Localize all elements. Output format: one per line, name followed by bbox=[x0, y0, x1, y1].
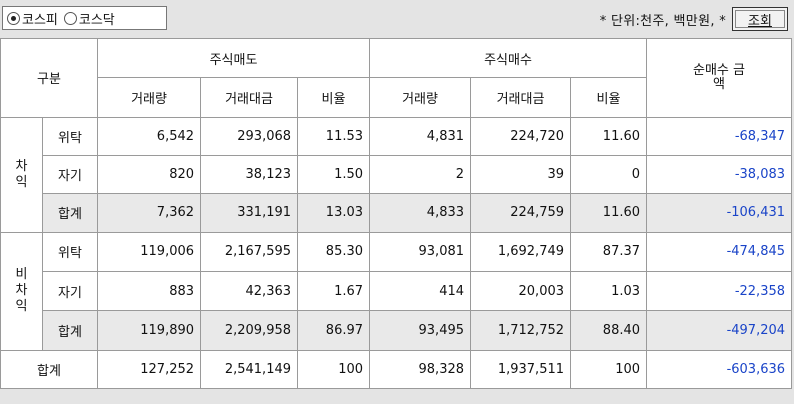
net-buy-cell: -106,431 bbox=[646, 193, 793, 233]
buy-amount-cell: 39 bbox=[470, 154, 572, 195]
sell-ratio-cell: 11.53 bbox=[297, 116, 371, 156]
table-row: 차익 위탁 6,542 293,068 11.53 4,831 224,720 … bbox=[0, 116, 793, 233]
net-buy-cell: -603,636 bbox=[646, 349, 793, 390]
radio-selected-icon[interactable] bbox=[7, 11, 20, 25]
query-button[interactable]: 조회 bbox=[732, 7, 788, 31]
buy-amount-cell: 20,003 bbox=[470, 270, 572, 312]
group-label-non-arbitrage: 비차익 bbox=[0, 231, 43, 351]
header-sell-ratio: 비율 bbox=[297, 77, 371, 118]
total-row: 합계 127,252 2,541,149 100 98,328 1,937,51… bbox=[0, 349, 793, 390]
sell-volume-cell: 6,542 bbox=[97, 116, 202, 156]
toolbar: 코스피 코스닥 * 단위:천주, 백만원, * 조회 bbox=[0, 0, 794, 38]
header-net-buy-amount: 순매수 금액 bbox=[646, 38, 793, 118]
buy-amount-cell: 224,720 bbox=[470, 116, 572, 156]
buy-volume-cell: 414 bbox=[369, 270, 472, 312]
radio-unselected-icon[interactable] bbox=[63, 11, 77, 25]
sell-amount-cell: 331,191 bbox=[200, 193, 299, 233]
buy-ratio-cell: 11.60 bbox=[570, 116, 648, 156]
subtotal-row: 합계 7,362 331,191 13.03 4,833 224,759 11.… bbox=[1, 193, 793, 233]
sell-amount-cell: 293,068 bbox=[200, 116, 299, 156]
buy-ratio-cell: 11.60 bbox=[570, 193, 648, 233]
sell-ratio-cell: 1.67 bbox=[297, 270, 371, 312]
table-row: 비차익 위탁 119,006 2,167,595 85.30 93,081 1,… bbox=[0, 231, 793, 351]
header-stock-sell: 주식매도 bbox=[97, 37, 371, 79]
group-label-arbitrage: 차익 bbox=[0, 116, 43, 233]
query-button-label[interactable]: 조회 bbox=[748, 10, 772, 29]
group-label-text: 비차익 bbox=[15, 267, 28, 315]
header-buy-amount: 거래대금 bbox=[470, 77, 572, 118]
row-sub-label: 자기 bbox=[41, 270, 99, 312]
bottom-strip bbox=[0, 389, 794, 404]
subtotal-row: 합계 119,890 2,209,958 86.97 93,495 1,712,… bbox=[1, 310, 793, 351]
buy-amount-cell: 1,937,511 bbox=[470, 349, 572, 390]
sell-amount-cell: 2,541,149 bbox=[200, 349, 299, 390]
table-row: 자기 883 42,363 1.67 414 20,003 1.03 -22,3… bbox=[1, 270, 793, 312]
header-stock-buy: 주식매수 bbox=[369, 37, 648, 79]
sell-amount-cell: 38,123 bbox=[200, 154, 299, 195]
row-sub-label: 위탁 bbox=[41, 116, 99, 156]
buy-amount-cell: 1,712,752 bbox=[470, 310, 572, 351]
radio-kospi[interactable]: 코스피 bbox=[7, 9, 58, 28]
buy-ratio-cell: 87.37 bbox=[570, 231, 648, 272]
market-selector: 코스피 코스닥 bbox=[2, 6, 167, 30]
buy-volume-cell: 2 bbox=[369, 154, 472, 195]
buy-volume-cell: 4,833 bbox=[369, 193, 472, 233]
buy-amount-cell: 1,692,749 bbox=[470, 231, 572, 272]
sell-volume-cell: 127,252 bbox=[97, 349, 202, 390]
sell-amount-cell: 2,167,595 bbox=[200, 231, 299, 272]
header-sell-amount: 거래대금 bbox=[200, 77, 299, 118]
group-label-text: 차익 bbox=[15, 158, 28, 190]
buy-amount-cell: 224,759 bbox=[470, 193, 572, 233]
header-buy-ratio: 비율 bbox=[570, 77, 648, 118]
sell-ratio-cell: 100 bbox=[297, 349, 371, 390]
net-buy-cell: -22,358 bbox=[646, 270, 793, 312]
sell-volume-cell: 883 bbox=[97, 270, 202, 312]
sell-volume-cell: 119,890 bbox=[97, 310, 202, 351]
sell-volume-cell: 820 bbox=[97, 154, 202, 195]
buy-volume-cell: 93,081 bbox=[369, 231, 472, 272]
buy-volume-cell: 93,495 bbox=[369, 310, 472, 351]
header-buy-volume: 거래량 bbox=[369, 77, 472, 118]
header-category: 구분 bbox=[0, 38, 99, 118]
radio-kosdaq-label[interactable]: 코스닥 bbox=[79, 9, 115, 28]
net-buy-cell: -497,204 bbox=[646, 310, 793, 351]
header-net-buy-label: 순매수 금액 bbox=[693, 62, 745, 92]
buy-ratio-cell: 0 bbox=[570, 154, 648, 195]
sell-volume-cell: 7,362 bbox=[97, 193, 202, 233]
sell-ratio-cell: 86.97 bbox=[297, 310, 371, 351]
sell-amount-cell: 2,209,958 bbox=[200, 310, 299, 351]
row-sub-label: 합계 bbox=[41, 193, 99, 233]
buy-volume-cell: 98,328 bbox=[369, 349, 472, 390]
net-buy-cell: -474,845 bbox=[646, 231, 793, 272]
radio-kospi-label[interactable]: 코스피 bbox=[22, 9, 58, 28]
sell-ratio-cell: 1.50 bbox=[297, 154, 371, 195]
sell-ratio-cell: 13.03 bbox=[297, 193, 371, 233]
sell-ratio-cell: 85.30 bbox=[297, 231, 371, 272]
row-sub-label: 위탁 bbox=[41, 231, 99, 272]
net-buy-cell: -38,083 bbox=[646, 154, 793, 195]
buy-ratio-cell: 1.03 bbox=[570, 270, 648, 312]
program-trading-table: 구분 주식매도 주식매수 순매수 금액 거래량 거래대금 비율 거래량 거래대금… bbox=[0, 37, 793, 390]
net-buy-cell: -68,347 bbox=[646, 116, 793, 156]
header-sell-volume: 거래량 bbox=[97, 77, 202, 118]
unit-note: * 단위:천주, 백만원, * bbox=[599, 14, 726, 29]
sell-volume-cell: 119,006 bbox=[97, 231, 202, 272]
buy-volume-cell: 4,831 bbox=[369, 116, 472, 156]
table-row: 자기 820 38,123 1.50 2 39 0 -38,083 bbox=[1, 154, 793, 195]
buy-ratio-cell: 88.40 bbox=[570, 310, 648, 351]
row-sub-label: 합계 bbox=[41, 310, 99, 351]
buy-ratio-cell: 100 bbox=[570, 349, 648, 390]
total-label: 합계 bbox=[0, 349, 99, 390]
row-sub-label: 자기 bbox=[41, 154, 99, 195]
sell-amount-cell: 42,363 bbox=[200, 270, 299, 312]
radio-kosdaq[interactable]: 코스닥 bbox=[63, 9, 115, 28]
